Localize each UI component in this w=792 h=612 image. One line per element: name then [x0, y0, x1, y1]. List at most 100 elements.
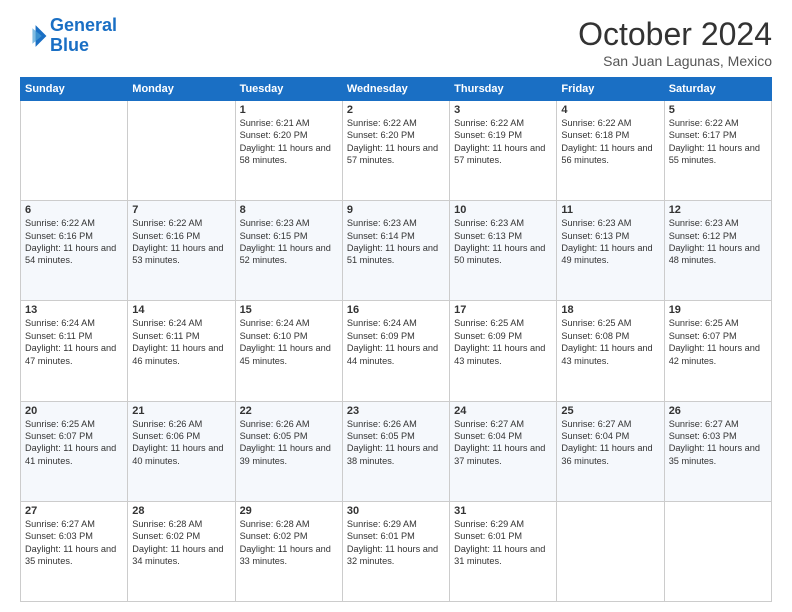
calendar-cell: 18Sunrise: 6:25 AM Sunset: 6:08 PM Dayli… [557, 301, 664, 401]
day-number: 4 [561, 104, 659, 116]
day-info: Sunrise: 6:23 AM Sunset: 6:14 PM Dayligh… [347, 217, 445, 267]
calendar-cell: 26Sunrise: 6:27 AM Sunset: 6:03 PM Dayli… [664, 401, 771, 501]
day-number: 31 [454, 505, 552, 517]
day-info: Sunrise: 6:28 AM Sunset: 6:02 PM Dayligh… [240, 518, 338, 568]
header: General Blue October 2024 San Juan Lagun… [20, 16, 772, 69]
day-number: 16 [347, 304, 445, 316]
day-number: 8 [240, 204, 338, 216]
day-header-wednesday: Wednesday [342, 78, 449, 101]
day-number: 28 [132, 505, 230, 517]
calendar-cell: 8Sunrise: 6:23 AM Sunset: 6:15 PM Daylig… [235, 201, 342, 301]
calendar-cell: 13Sunrise: 6:24 AM Sunset: 6:11 PM Dayli… [21, 301, 128, 401]
day-number: 27 [25, 505, 123, 517]
day-number: 19 [669, 304, 767, 316]
calendar-cell: 25Sunrise: 6:27 AM Sunset: 6:04 PM Dayli… [557, 401, 664, 501]
calendar-cell: 27Sunrise: 6:27 AM Sunset: 6:03 PM Dayli… [21, 501, 128, 601]
day-info: Sunrise: 6:28 AM Sunset: 6:02 PM Dayligh… [132, 518, 230, 568]
calendar-cell: 14Sunrise: 6:24 AM Sunset: 6:11 PM Dayli… [128, 301, 235, 401]
day-number: 5 [669, 104, 767, 116]
calendar-cell [557, 501, 664, 601]
day-info: Sunrise: 6:25 AM Sunset: 6:08 PM Dayligh… [561, 317, 659, 367]
day-header-sunday: Sunday [21, 78, 128, 101]
calendar-cell: 9Sunrise: 6:23 AM Sunset: 6:14 PM Daylig… [342, 201, 449, 301]
day-number: 20 [25, 405, 123, 417]
location: San Juan Lagunas, Mexico [578, 53, 772, 69]
calendar-table: SundayMondayTuesdayWednesdayThursdayFrid… [20, 77, 772, 602]
calendar-cell [21, 101, 128, 201]
day-info: Sunrise: 6:23 AM Sunset: 6:12 PM Dayligh… [669, 217, 767, 267]
day-number: 13 [25, 304, 123, 316]
calendar-cell: 28Sunrise: 6:28 AM Sunset: 6:02 PM Dayli… [128, 501, 235, 601]
calendar-cell: 11Sunrise: 6:23 AM Sunset: 6:13 PM Dayli… [557, 201, 664, 301]
day-info: Sunrise: 6:24 AM Sunset: 6:10 PM Dayligh… [240, 317, 338, 367]
day-number: 3 [454, 104, 552, 116]
day-info: Sunrise: 6:24 AM Sunset: 6:11 PM Dayligh… [25, 317, 123, 367]
page: General Blue October 2024 San Juan Lagun… [0, 0, 792, 612]
calendar-cell: 6Sunrise: 6:22 AM Sunset: 6:16 PM Daylig… [21, 201, 128, 301]
calendar-cell: 1Sunrise: 6:21 AM Sunset: 6:20 PM Daylig… [235, 101, 342, 201]
day-info: Sunrise: 6:23 AM Sunset: 6:13 PM Dayligh… [454, 217, 552, 267]
day-info: Sunrise: 6:25 AM Sunset: 6:07 PM Dayligh… [25, 418, 123, 468]
day-info: Sunrise: 6:27 AM Sunset: 6:03 PM Dayligh… [25, 518, 123, 568]
day-info: Sunrise: 6:25 AM Sunset: 6:09 PM Dayligh… [454, 317, 552, 367]
calendar-cell: 17Sunrise: 6:25 AM Sunset: 6:09 PM Dayli… [450, 301, 557, 401]
calendar-cell: 15Sunrise: 6:24 AM Sunset: 6:10 PM Dayli… [235, 301, 342, 401]
calendar-cell [128, 101, 235, 201]
day-info: Sunrise: 6:25 AM Sunset: 6:07 PM Dayligh… [669, 317, 767, 367]
calendar-cell: 30Sunrise: 6:29 AM Sunset: 6:01 PM Dayli… [342, 501, 449, 601]
day-info: Sunrise: 6:24 AM Sunset: 6:11 PM Dayligh… [132, 317, 230, 367]
calendar-cell: 31Sunrise: 6:29 AM Sunset: 6:01 PM Dayli… [450, 501, 557, 601]
day-number: 29 [240, 505, 338, 517]
calendar-cell: 5Sunrise: 6:22 AM Sunset: 6:17 PM Daylig… [664, 101, 771, 201]
calendar-cell: 12Sunrise: 6:23 AM Sunset: 6:12 PM Dayli… [664, 201, 771, 301]
calendar-cell: 19Sunrise: 6:25 AM Sunset: 6:07 PM Dayli… [664, 301, 771, 401]
calendar-cell [664, 501, 771, 601]
day-number: 14 [132, 304, 230, 316]
calendar-cell: 21Sunrise: 6:26 AM Sunset: 6:06 PM Dayli… [128, 401, 235, 501]
calendar-cell: 22Sunrise: 6:26 AM Sunset: 6:05 PM Dayli… [235, 401, 342, 501]
title-block: October 2024 San Juan Lagunas, Mexico [578, 16, 772, 69]
day-header-thursday: Thursday [450, 78, 557, 101]
day-number: 26 [669, 405, 767, 417]
day-number: 11 [561, 204, 659, 216]
day-number: 9 [347, 204, 445, 216]
day-number: 23 [347, 405, 445, 417]
day-header-monday: Monday [128, 78, 235, 101]
calendar-cell: 16Sunrise: 6:24 AM Sunset: 6:09 PM Dayli… [342, 301, 449, 401]
day-info: Sunrise: 6:26 AM Sunset: 6:05 PM Dayligh… [347, 418, 445, 468]
day-header-saturday: Saturday [664, 78, 771, 101]
logo: General Blue [20, 16, 117, 56]
day-info: Sunrise: 6:22 AM Sunset: 6:19 PM Dayligh… [454, 117, 552, 167]
day-number: 12 [669, 204, 767, 216]
day-info: Sunrise: 6:29 AM Sunset: 6:01 PM Dayligh… [454, 518, 552, 568]
day-info: Sunrise: 6:27 AM Sunset: 6:04 PM Dayligh… [561, 418, 659, 468]
calendar-cell: 29Sunrise: 6:28 AM Sunset: 6:02 PM Dayli… [235, 501, 342, 601]
day-number: 24 [454, 405, 552, 417]
calendar-cell: 4Sunrise: 6:22 AM Sunset: 6:18 PM Daylig… [557, 101, 664, 201]
day-number: 22 [240, 405, 338, 417]
calendar-week-row: 6Sunrise: 6:22 AM Sunset: 6:16 PM Daylig… [21, 201, 772, 301]
day-info: Sunrise: 6:22 AM Sunset: 6:16 PM Dayligh… [25, 217, 123, 267]
calendar-week-row: 13Sunrise: 6:24 AM Sunset: 6:11 PM Dayli… [21, 301, 772, 401]
day-number: 7 [132, 204, 230, 216]
month-title: October 2024 [578, 16, 772, 53]
calendar-cell: 7Sunrise: 6:22 AM Sunset: 6:16 PM Daylig… [128, 201, 235, 301]
day-info: Sunrise: 6:27 AM Sunset: 6:04 PM Dayligh… [454, 418, 552, 468]
logo-icon [20, 22, 48, 50]
day-number: 10 [454, 204, 552, 216]
day-number: 6 [25, 204, 123, 216]
day-info: Sunrise: 6:22 AM Sunset: 6:18 PM Dayligh… [561, 117, 659, 167]
calendar-cell: 2Sunrise: 6:22 AM Sunset: 6:20 PM Daylig… [342, 101, 449, 201]
calendar-header-row: SundayMondayTuesdayWednesdayThursdayFrid… [21, 78, 772, 101]
day-info: Sunrise: 6:22 AM Sunset: 6:16 PM Dayligh… [132, 217, 230, 267]
day-number: 30 [347, 505, 445, 517]
day-number: 21 [132, 405, 230, 417]
calendar-cell: 3Sunrise: 6:22 AM Sunset: 6:19 PM Daylig… [450, 101, 557, 201]
day-info: Sunrise: 6:24 AM Sunset: 6:09 PM Dayligh… [347, 317, 445, 367]
day-number: 25 [561, 405, 659, 417]
day-info: Sunrise: 6:27 AM Sunset: 6:03 PM Dayligh… [669, 418, 767, 468]
day-number: 1 [240, 104, 338, 116]
calendar-week-row: 27Sunrise: 6:27 AM Sunset: 6:03 PM Dayli… [21, 501, 772, 601]
day-number: 18 [561, 304, 659, 316]
day-info: Sunrise: 6:23 AM Sunset: 6:13 PM Dayligh… [561, 217, 659, 267]
